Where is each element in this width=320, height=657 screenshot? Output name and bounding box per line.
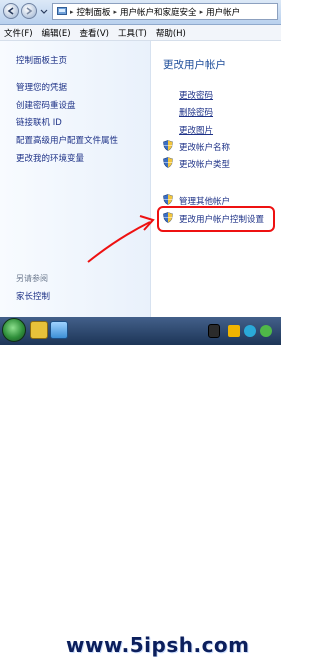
- page-title: 更改用户帐户: [163, 59, 226, 71]
- sidebar-item-create-reset-disk[interactable]: 创建密码重设盘: [16, 99, 76, 111]
- sidebar-item-link-online-id[interactable]: 链接联机 ID: [16, 116, 62, 128]
- sidebar: 控制面板主页 管理您的凭据 创建密码重设盘 链接联机 ID 配置高级用户配置文件…: [0, 41, 151, 317]
- breadcrumb-user-accounts[interactable]: 用户帐户: [206, 6, 240, 18]
- warning-tray-icon[interactable]: [228, 325, 240, 337]
- menu-bar: 文件(F) 编辑(E) 查看(V) 工具(T) 帮助(H): [0, 25, 281, 41]
- network-tray-icon[interactable]: [244, 325, 256, 337]
- security-tray-icon[interactable]: [260, 325, 272, 337]
- sidebar-item-manage-credentials[interactable]: 管理您的凭据: [16, 81, 67, 93]
- breadcrumb-separator-icon[interactable]: ▸: [70, 8, 74, 16]
- explorer-icon[interactable]: [30, 321, 48, 339]
- app-taskbar-icon[interactable]: [208, 324, 220, 338]
- sidebar-item-parental-controls[interactable]: 家长控制: [16, 290, 50, 302]
- menu-file[interactable]: 文件(F): [0, 27, 38, 39]
- highlight-box: [157, 206, 275, 232]
- change-account-type-link[interactable]: 更改帐户类型: [179, 158, 230, 170]
- breadcrumb[interactable]: ▸ 控制面板 ▸ 用户帐户和家庭安全 ▸ 用户帐户: [52, 3, 278, 20]
- uac-shield-icon: [163, 140, 173, 151]
- menu-tools[interactable]: 工具(T): [114, 27, 152, 39]
- address-bar: ▸ 控制面板 ▸ 用户帐户和家庭安全 ▸ 用户帐户: [0, 0, 281, 25]
- back-arrow-icon: [7, 7, 14, 15]
- sidebar-item-control-panel-home[interactable]: 控制面板主页: [16, 54, 67, 66]
- breadcrumb-separator-icon[interactable]: ▸: [200, 8, 204, 16]
- recent-pages-dropdown-icon[interactable]: [40, 9, 48, 15]
- start-button[interactable]: [2, 318, 26, 342]
- breadcrumb-control-panel[interactable]: 控制面板: [77, 6, 111, 18]
- breadcrumb-user-accounts-family[interactable]: 用户帐户和家庭安全: [120, 6, 197, 18]
- sidebar-item-advanced-profile[interactable]: 配置高级用户配置文件属性: [16, 134, 118, 146]
- see-also-heading: 另请参阅: [16, 274, 48, 283]
- sidebar-item-environment-variables[interactable]: 更改我的环境变量: [16, 152, 84, 164]
- forward-arrow-icon: [26, 7, 33, 15]
- change-password-link[interactable]: 更改密码: [179, 89, 213, 101]
- change-account-name-link[interactable]: 更改帐户名称: [179, 141, 230, 153]
- change-picture-link[interactable]: 更改图片: [179, 124, 213, 136]
- taskbar: www.5ipsh.com: [0, 317, 281, 657]
- remove-password-link[interactable]: 删除密码: [179, 106, 213, 118]
- control-panel-taskbar-icon[interactable]: [50, 321, 68, 339]
- main-content: 更改用户帐户 更改密码 删除密码 更改图片 更改帐户名称 更改帐户类型 管理其他…: [151, 41, 281, 317]
- menu-help[interactable]: 帮助(H): [152, 27, 191, 39]
- menu-edit[interactable]: 编辑(E): [38, 27, 76, 39]
- back-button[interactable]: [3, 3, 19, 19]
- uac-shield-icon: [163, 157, 173, 168]
- menu-view[interactable]: 查看(V): [76, 27, 114, 39]
- watermark: www.5ipsh.com: [66, 633, 250, 657]
- forward-button[interactable]: [21, 3, 37, 19]
- breadcrumb-separator-icon[interactable]: ▸: [114, 8, 118, 16]
- uac-shield-icon: [163, 194, 173, 205]
- control-panel-icon: [57, 7, 67, 15]
